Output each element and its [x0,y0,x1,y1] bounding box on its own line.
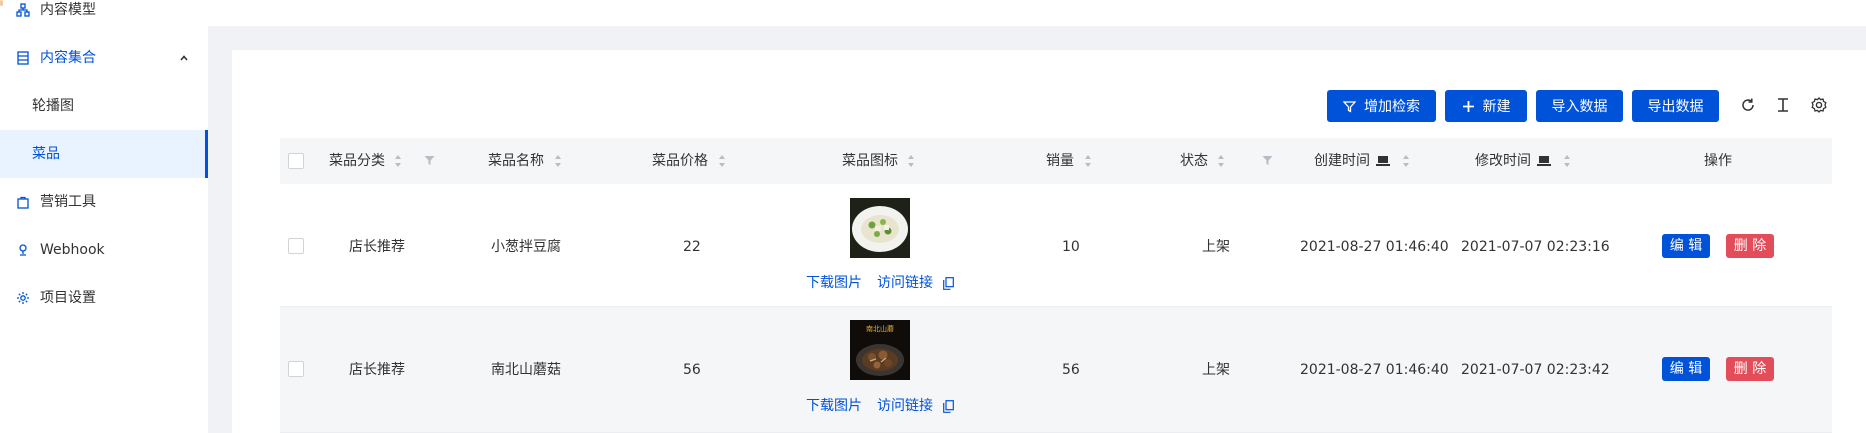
sort-icon[interactable] [1084,154,1092,168]
cell-category: 店长推荐 [349,239,405,255]
text-height-icon[interactable] [1774,96,1792,114]
visit-link[interactable]: 访问链接 [877,398,933,414]
column-header: 菜品分类 [329,153,385,169]
sort-icon[interactable] [1402,154,1410,168]
cell-name: 小葱拌豆腐 [491,239,561,255]
sidebar-item-project-settings[interactable]: 项目设置 [0,274,208,322]
cell-price: 22 [683,239,701,255]
export-label: 导出数据 [1647,99,1704,115]
sort-icon[interactable] [394,154,402,168]
select-all-checkbox[interactable] [288,153,304,169]
tofu-dish-image [850,198,910,258]
visit-link[interactable]: 访问链接 [877,275,933,291]
cell-sales: 56 [1062,362,1080,378]
sidebar: 内容模型 内容集合 轮播图 菜品 营销工具 Webhook 项目设置 [0,0,208,433]
copy-icon[interactable] [943,277,954,290]
sort-icon[interactable] [718,154,726,168]
sidebar-item-label: 内容集合 [40,50,96,66]
sidebar-item-label: 内容模型 [40,2,96,18]
sidebar-item-label: 营销工具 [40,194,96,210]
export-button[interactable]: 导出数据 [1632,90,1719,122]
column-header: 菜品价格 [652,153,708,169]
cell-created: 2021-08-27 01:46:40 [1300,239,1449,255]
cell-modified: 2021-07-07 02:23:16 [1461,239,1610,255]
import-label: 导入数据 [1551,99,1608,115]
column-header: 创建时间 [1314,153,1370,169]
add-filter-button[interactable]: 增加检索 [1327,90,1436,122]
chevron-up-icon [180,55,188,61]
copy-icon[interactable] [943,400,954,413]
edit-button[interactable]: 编 辑 [1662,357,1710,381]
cell-name: 南北山蘑菇 [491,362,561,378]
download-image-link[interactable]: 下载图片 [806,398,862,414]
refresh-icon[interactable] [1739,96,1757,114]
download-image-link[interactable]: 下载图片 [806,275,862,291]
sort-icon[interactable] [1217,154,1225,168]
computer-icon [1537,156,1551,166]
webhook-icon [19,244,27,256]
filter-icon[interactable] [1262,155,1273,166]
add-filter-label: 增加检索 [1364,99,1420,115]
sidebar-item-content-model[interactable]: 内容模型 [0,0,208,34]
cell-status: 上架 [1202,362,1230,378]
image-caption: 南北山蘑 [866,324,894,333]
column-header: 修改时间 [1475,153,1531,169]
sidebar-item-carousel[interactable]: 轮播图 [0,82,208,130]
settings-icon[interactable] [1810,96,1828,114]
dish-image[interactable]: 南北山蘑 [850,320,910,380]
collection-icon [17,51,29,65]
cell-category: 店长推荐 [349,362,405,378]
new-button[interactable]: 新建 [1445,90,1527,122]
delete-button[interactable]: 删 除 [1726,357,1774,381]
delete-button[interactable]: 删 除 [1726,234,1774,258]
cell-sales: 10 [1062,239,1080,255]
filter-icon [1343,100,1356,113]
sort-icon[interactable] [554,154,562,168]
sidebar-item-marketing[interactable]: 营销工具 [0,178,208,226]
plus-icon [1462,100,1474,112]
gear-icon [17,292,29,304]
sidebar-item-dishes[interactable]: 菜品 [0,130,208,178]
cell-created: 2021-08-27 01:46:40 [1300,362,1449,378]
row-checkbox[interactable] [288,238,304,254]
model-icon [16,3,30,17]
sidebar-item-label: 轮播图 [32,98,74,114]
sidebar-item-label: 菜品 [32,146,60,162]
dish-image[interactable] [850,198,910,258]
mushroom-dish-image: 南北山蘑 [850,320,910,380]
sidebar-item-content-collection[interactable]: 内容集合 [0,34,208,82]
top-header [208,0,1866,26]
cell-status: 上架 [1202,239,1230,255]
sidebar-item-label: Webhook [40,242,105,258]
sidebar-item-webhook[interactable]: Webhook [0,226,208,274]
column-header: 菜品名称 [488,153,544,169]
column-header: 状态 [1180,153,1208,169]
sort-icon[interactable] [1563,154,1571,168]
column-header: 操作 [1704,153,1732,169]
filter-icon[interactable] [424,155,435,166]
bag-icon [17,196,29,209]
row-checkbox[interactable] [288,361,304,377]
sort-icon[interactable] [907,154,915,168]
sidebar-item-label: 项目设置 [40,290,96,306]
column-header: 菜品图标 [842,153,898,169]
new-label: 新建 [1482,99,1511,115]
cell-modified: 2021-07-07 02:23:42 [1461,362,1610,378]
cell-price: 56 [683,362,701,378]
edit-button[interactable]: 编 辑 [1662,234,1710,258]
computer-icon [1376,156,1390,166]
import-button[interactable]: 导入数据 [1536,90,1623,122]
column-header: 销量 [1046,153,1074,169]
